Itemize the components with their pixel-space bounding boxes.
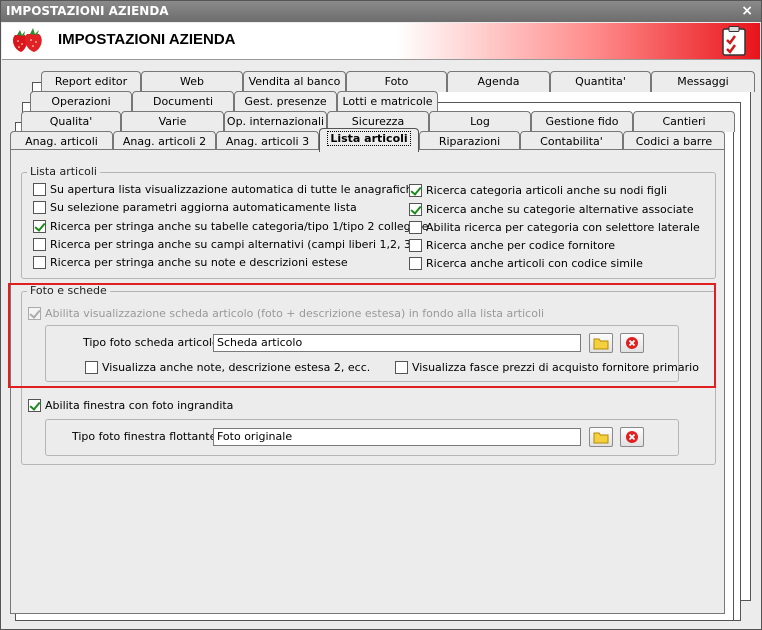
tab-operazioni[interactable]: Operazioni bbox=[30, 91, 132, 112]
checkbox-label: Visualizza anche note, descrizione estes… bbox=[102, 361, 371, 374]
checkbox-box[interactable] bbox=[409, 257, 422, 270]
tab-quantita[interactable]: Quantita' bbox=[550, 71, 651, 92]
tab-documenti[interactable]: Documenti bbox=[132, 91, 234, 112]
tab-lotti-e-matricole[interactable]: Lotti e matricole bbox=[337, 91, 438, 112]
checkbox-ricerca-tabelle-categoria[interactable]: Ricerca per stringa anche su tabelle cat… bbox=[33, 220, 428, 234]
folder-icon bbox=[593, 338, 609, 350]
clipboard-icon bbox=[722, 26, 746, 56]
checkbox-label: Ricerca anche articoli con codice simile bbox=[426, 257, 643, 270]
checkbox-aggiorna-lista[interactable]: Su selezione parametri aggiorna automati… bbox=[33, 201, 357, 215]
tipo-foto-scheda-label: Tipo foto scheda articolo : bbox=[83, 336, 226, 349]
tab-gest-presenze[interactable]: Gest. presenze bbox=[234, 91, 337, 112]
checkbox-box[interactable] bbox=[409, 184, 422, 197]
checkbox-box[interactable] bbox=[33, 183, 46, 196]
close-icon[interactable]: × bbox=[741, 1, 753, 22]
browse-folder-button-2[interactable] bbox=[589, 427, 613, 447]
checkbox-box[interactable] bbox=[409, 203, 422, 216]
tab-messaggi[interactable]: Messaggi bbox=[651, 71, 755, 92]
checkbox-label: Ricerca categoria articoli anche su nodi… bbox=[426, 184, 667, 197]
checkbox-label: Abilita ricerca per categoria con selett… bbox=[426, 221, 700, 234]
clear-button-2[interactable] bbox=[620, 427, 644, 447]
window-title: IMPOSTAZIONI AZIENDA bbox=[6, 4, 169, 18]
tab-panel-lista-articoli: Lista articoli Su apertura lista visuali… bbox=[10, 149, 725, 614]
checkbox-label: Su selezione parametri aggiorna automati… bbox=[50, 201, 357, 214]
checkbox-ricerca-nodi-figli[interactable]: Ricerca categoria articoli anche su nodi… bbox=[409, 184, 667, 198]
checkbox-selettore-laterale[interactable]: Abilita ricerca per categoria con selett… bbox=[409, 221, 700, 235]
checkbox-label: Ricerca per stringa anche su note e desc… bbox=[50, 256, 348, 269]
checkbox-label: Ricerca anche per codice fornitore bbox=[426, 239, 616, 252]
group-lista-articoli-title: Lista articoli bbox=[27, 165, 100, 178]
tab-report-editor[interactable]: Report editor bbox=[41, 71, 141, 92]
tab-foto[interactable]: Foto bbox=[346, 71, 447, 92]
checkbox-label: Su apertura lista visualizzazione automa… bbox=[50, 183, 420, 196]
checkbox-apertura-lista[interactable]: Su apertura lista visualizzazione automa… bbox=[33, 183, 419, 197]
delete-icon bbox=[626, 431, 638, 443]
checkbox-box[interactable] bbox=[409, 239, 422, 252]
tab-lista-articoli[interactable]: Lista articoli bbox=[319, 128, 419, 152]
checkbox-label: Ricerca per stringa anche su campi alter… bbox=[50, 238, 416, 251]
tab-op-internazionali[interactable]: Op. internazionali bbox=[224, 111, 327, 132]
checkbox-abilita-scheda-articolo[interactable]: Abilita visualizzazione scheda articolo … bbox=[28, 307, 544, 321]
checkbox-codice-simile[interactable]: Ricerca anche articoli con codice simile bbox=[409, 257, 643, 271]
header-banner: IMPOSTAZIONI AZIENDA bbox=[2, 23, 760, 59]
tab-log[interactable]: Log bbox=[429, 111, 531, 132]
tab-qualita[interactable]: Qualita' bbox=[21, 111, 121, 132]
checkbox-box[interactable] bbox=[409, 221, 422, 234]
title-bar: IMPOSTAZIONI AZIENDA × bbox=[1, 1, 761, 22]
clear-button[interactable] bbox=[620, 333, 644, 353]
tipo-foto-finestra-label: Tipo foto finestra flottante : bbox=[72, 430, 224, 443]
checkbox-label: Abilita visualizzazione scheda articolo … bbox=[45, 307, 545, 320]
checkbox-box[interactable] bbox=[33, 220, 46, 233]
checkbox-label: Ricerca per stringa anche su tabelle cat… bbox=[50, 220, 429, 233]
settings-window: IMPOSTAZIONI AZIENDA × IMPOSTAZIONI AZIE… bbox=[0, 0, 762, 630]
folder-icon bbox=[593, 432, 609, 444]
checkbox-box[interactable] bbox=[33, 256, 46, 269]
checkbox-fasce-prezzi[interactable]: Visualizza fasce prezzi di acquisto forn… bbox=[395, 361, 699, 375]
tab-web[interactable]: Web bbox=[141, 71, 243, 92]
tipo-foto-finestra-field[interactable]: Foto originale bbox=[213, 428, 581, 446]
checkbox-visualizza-note[interactable]: Visualizza anche note, descrizione estes… bbox=[85, 361, 370, 375]
checkbox-categorie-alternative[interactable]: Ricerca anche su categorie alternative a… bbox=[409, 203, 694, 217]
checkbox-label: Abilita finestra con foto ingrandita bbox=[45, 399, 234, 412]
checkbox-ricerca-note[interactable]: Ricerca per stringa anche su note e desc… bbox=[33, 256, 348, 270]
checkbox-ricerca-campi-alternativi[interactable]: Ricerca per stringa anche su campi alter… bbox=[33, 238, 415, 252]
header-title: IMPOSTAZIONI AZIENDA bbox=[58, 31, 236, 48]
browse-folder-button[interactable] bbox=[589, 333, 613, 353]
delete-icon bbox=[626, 337, 638, 349]
checkbox-finestra-foto-ingrandita[interactable]: Abilita finestra con foto ingrandita bbox=[28, 399, 233, 413]
tab-lista-articoli-label: Lista articoli bbox=[327, 131, 411, 146]
header-divider bbox=[2, 59, 760, 60]
tab-vendita-al-banco[interactable]: Vendita al banco bbox=[243, 71, 346, 92]
checkbox-label: Visualizza fasce prezzi di acquisto forn… bbox=[412, 361, 699, 374]
checkbox-box[interactable] bbox=[33, 201, 46, 214]
tab-agenda[interactable]: Agenda bbox=[447, 71, 550, 92]
checkbox-box[interactable] bbox=[33, 238, 46, 251]
checkbox-box[interactable] bbox=[85, 361, 98, 374]
checkbox-box[interactable] bbox=[28, 307, 41, 320]
strawberry-logo-icon bbox=[13, 28, 42, 52]
group-foto-e-schede-title: Foto e schede bbox=[27, 284, 110, 297]
checkbox-box[interactable] bbox=[395, 361, 408, 374]
tab-varie[interactable]: Varie bbox=[121, 111, 224, 132]
tipo-foto-scheda-field[interactable]: Scheda articolo bbox=[213, 334, 581, 352]
tab-gestione-fido[interactable]: Gestione fido bbox=[531, 111, 633, 132]
checkbox-codice-fornitore[interactable]: Ricerca anche per codice fornitore bbox=[409, 239, 615, 253]
tab-cantieri[interactable]: Cantieri bbox=[633, 111, 735, 132]
checkbox-label: Ricerca anche su categorie alternative a… bbox=[426, 203, 694, 216]
checkbox-box[interactable] bbox=[28, 399, 41, 412]
